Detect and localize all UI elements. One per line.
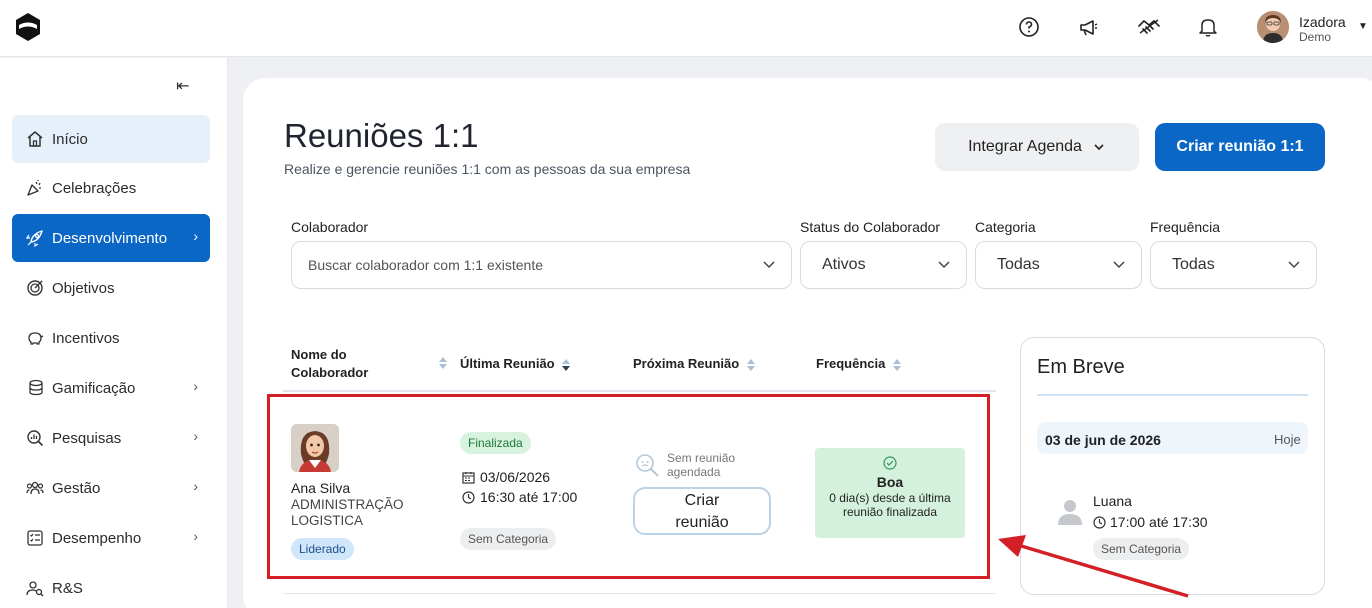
sidebar-item-label: R&S [52,579,83,597]
chevron-right-icon: › [193,228,198,244]
chevron-right-icon: › [193,528,198,544]
chevron-right-icon: › [193,428,198,444]
frequencia-select[interactable]: Todas [1150,241,1317,289]
home-icon [24,128,46,150]
table-row-divider [283,593,996,594]
user-name[interactable]: Izadora [1299,14,1346,30]
em-breve-date: 03 de jun de 2026 [1045,432,1161,448]
categoria-filter-label: Categoria [975,219,1036,235]
coins-icon [24,377,46,399]
handshake-icon[interactable] [1137,15,1161,39]
colaborador-placeholder: Buscar colaborador com 1:1 existente [308,257,544,273]
criar-reuniao-button[interactable]: Criar reunião 1:1 [1155,123,1325,171]
sidebar-item-rs[interactable]: R&S [12,564,210,608]
user-avatar[interactable] [1257,11,1289,43]
target-icon [24,277,46,299]
sidebar-item-gamificacao[interactable]: Gamificação › [12,364,210,412]
sidebar-item-label: Desempenho [52,529,142,547]
colaborador-filter-label: Colaborador [291,219,369,235]
chevron-down-icon [1288,261,1300,269]
user-menu-caret-icon[interactable]: ▼ [1358,21,1368,32]
th-nome-line2: Colaborador [291,365,369,380]
sidebar-item-label: Objetivos [52,279,115,297]
sort-icon[interactable] [746,358,756,372]
page-title: Reuniões 1:1 [284,117,479,154]
chevron-down-icon [763,261,775,269]
th-proxima[interactable]: Próxima Reunião [633,355,756,373]
frequencia-value: Todas [1172,256,1215,273]
sidebar-item-label: Início [52,130,88,148]
people-icon [24,477,46,499]
integrar-agenda-label: Integrar Agenda [968,138,1082,155]
highlight-box [267,394,990,579]
search-chart-icon [24,427,46,449]
sort-desc-icon[interactable] [561,358,571,372]
th-nome-line1: Nome do [291,347,347,362]
integrar-agenda-button[interactable]: Integrar Agenda [935,123,1139,171]
piggy-bank-icon [24,327,46,349]
app-logo-icon[interactable] [13,11,43,43]
table-header-divider [283,390,996,392]
em-breve-time: 17:00 até 17:30 [1093,514,1208,530]
status-select[interactable]: Ativos [800,241,967,289]
sidebar-item-desenvolvimento[interactable]: Desenvolvimento › [12,214,210,262]
chevron-down-icon [1094,144,1104,151]
top-bar: Izadora Demo ▼ [0,0,1372,57]
sidebar-item-inicio[interactable]: Início [12,115,210,163]
categoria-select[interactable]: Todas [975,241,1142,289]
sidebar-item-label: Gamificação [52,379,136,397]
th-frequencia-label: Frequência [816,356,886,371]
user-company: Demo [1299,30,1332,44]
sort-icon[interactable] [892,358,902,372]
em-breve-divider [1037,394,1308,396]
th-proxima-label: Próxima Reunião [633,356,740,371]
help-icon[interactable] [1017,15,1041,39]
chevron-down-icon [938,261,950,269]
em-breve-time-end: 17:30 [1172,514,1208,530]
sidebar-item-label: Pesquisas [52,429,122,447]
rocket-icon [24,227,46,249]
default-avatar-icon [1058,500,1082,525]
categoria-value: Todas [997,256,1040,273]
th-nome[interactable]: Nome do Colaborador [291,346,368,382]
th-frequencia[interactable]: Frequência [816,355,902,373]
party-icon [24,177,46,199]
em-breve-title: Em Breve [1037,356,1125,378]
chevron-down-icon [1113,261,1125,269]
sidebar-item-desempenho[interactable]: Desempenho › [12,514,210,562]
sidebar-item-objetivos[interactable]: Objetivos [12,264,210,312]
sidebar-item-incentivos[interactable]: Incentivos [12,314,210,362]
sidebar-item-label: Gestão [52,479,101,497]
colaborador-select[interactable]: Buscar colaborador com 1:1 existente [291,241,792,289]
checklist-icon [24,527,46,549]
bell-icon[interactable] [1196,15,1220,39]
sidebar-item-label: Incentivos [52,329,120,347]
chevron-right-icon: › [193,378,198,394]
megaphone-icon[interactable] [1077,15,1101,39]
em-breve-person-name[interactable]: Luana [1093,493,1132,509]
sidebar-item-gestao[interactable]: Gestão › [12,464,210,512]
em-breve-today-label: Hoje [1274,432,1301,447]
status-filter-label: Status do Colaborador [800,219,941,235]
frequencia-filter-label: Frequência [1150,219,1221,235]
collapse-sidebar-icon[interactable]: ⇤ [176,76,189,96]
chevron-right-icon: › [193,478,198,494]
em-breve-time-start: 17:00 [1110,514,1146,530]
sidebar-item-celebracoes[interactable]: Celebrações [12,164,210,212]
sort-icon[interactable] [438,356,448,370]
status-value: Ativos [822,256,866,273]
sidebar-item-label: Celebrações [52,179,137,197]
em-breve-time-sep: até [1149,514,1169,530]
sidebar-item-pesquisas[interactable]: Pesquisas › [12,414,210,462]
th-ultima-label: Última Reunião [460,356,555,371]
th-ultima[interactable]: Última Reunião [460,355,571,373]
clock-icon [1093,515,1106,529]
user-search-icon [24,577,46,599]
annotation-arrow-icon [998,535,1189,598]
page-subtitle: Realize e gerencie reuniões 1:1 com as p… [284,161,691,177]
sidebar-item-label: Desenvolvimento [52,229,168,247]
